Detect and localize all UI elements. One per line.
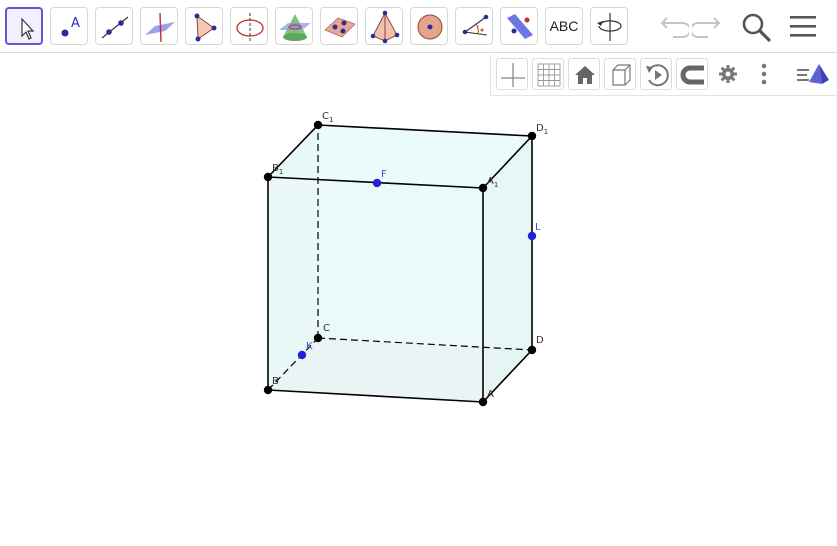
text-tool-label: ABC — [549, 18, 579, 34]
graphics-settings-button[interactable] — [712, 58, 744, 90]
redo-icon — [690, 17, 721, 38]
plane-tool-button[interactable] — [320, 7, 358, 45]
reflect-plane-icon — [507, 14, 533, 39]
toggle-axes-button[interactable] — [496, 58, 528, 90]
main-menu-button[interactable] — [786, 10, 820, 44]
axes-icon — [501, 63, 525, 87]
more-icon — [761, 63, 767, 85]
angle-tool-button[interactable] — [455, 7, 493, 45]
main-toolbar: A ABC — [0, 0, 837, 53]
point-A[interactable] — [478, 397, 488, 407]
pyramid-tool-button[interactable] — [365, 7, 403, 45]
label-C: C — [323, 323, 330, 334]
perpendicular-plane-icon — [145, 12, 175, 43]
move-tool-button[interactable] — [5, 7, 43, 45]
sphere-tool-button[interactable] — [410, 7, 448, 45]
cube-view-icon — [612, 64, 631, 86]
triangle-icon — [194, 13, 217, 42]
point-D1[interactable] — [527, 131, 537, 141]
search-icon — [742, 13, 771, 42]
undo-button[interactable] — [655, 10, 691, 44]
graphics-style-bar — [490, 55, 837, 96]
point-tool-button[interactable]: A — [50, 7, 88, 45]
label-C1: C1 — [322, 111, 333, 124]
label-A: A — [487, 389, 494, 400]
grid-icon — [537, 63, 561, 87]
point-L[interactable] — [527, 231, 537, 241]
point-K[interactable] — [297, 350, 307, 360]
gear-icon — [719, 65, 737, 83]
line-tool-button[interactable] — [95, 7, 133, 45]
search-button[interactable] — [739, 10, 773, 44]
front-face — [268, 177, 483, 402]
rotate-view-button[interactable] — [640, 58, 672, 90]
point-C[interactable] — [313, 333, 323, 343]
point-F[interactable] — [372, 178, 382, 188]
cone-intersect-icon — [279, 14, 311, 41]
cursor-arrow-icon — [21, 17, 35, 40]
point-tool-label: A — [71, 16, 80, 31]
angle-icon — [462, 14, 489, 36]
sphere-icon — [417, 14, 443, 40]
toggle-style-bar-button[interactable] — [795, 58, 829, 90]
view-toggle-icon — [797, 64, 829, 84]
point-A1[interactable] — [478, 183, 488, 193]
point-C1[interactable] — [313, 120, 323, 130]
label-B: B — [272, 376, 279, 387]
plane-three-points-icon — [324, 17, 356, 38]
home-icon — [575, 66, 595, 84]
point-icon: A — [61, 16, 80, 37]
point-D[interactable] — [527, 345, 537, 355]
view-direction-button[interactable] — [604, 58, 636, 90]
perpendicular-tool-button[interactable] — [140, 7, 178, 45]
label-L: L — [535, 222, 541, 233]
label-K: K — [306, 341, 313, 352]
more-options-button[interactable] — [748, 58, 780, 90]
reflect-tool-button[interactable] — [500, 7, 538, 45]
magnet-icon — [680, 65, 704, 85]
standard-view-button[interactable] — [568, 58, 600, 90]
label-D: D — [536, 335, 544, 346]
text-tool-button[interactable]: ABC — [545, 7, 583, 45]
rotate-icon — [646, 64, 669, 87]
toggle-grid-button[interactable] — [532, 58, 564, 90]
undo-icon — [660, 17, 691, 38]
point-capturing-button[interactable] — [676, 58, 708, 90]
label-D1: D1 — [536, 123, 548, 136]
redo-button[interactable] — [690, 10, 726, 44]
circle-around-axis-icon — [236, 13, 264, 42]
point-B1[interactable] — [263, 172, 273, 182]
pyramid-icon — [370, 10, 400, 44]
menu-icon — [790, 16, 816, 37]
circle-axis-tool-button[interactable] — [230, 7, 268, 45]
line-icon — [101, 16, 129, 39]
polygon-tool-button[interactable] — [185, 7, 223, 45]
intersect-surfaces-tool-button[interactable] — [275, 7, 313, 45]
rotate-view-icon — [597, 13, 622, 41]
point-B[interactable] — [263, 385, 273, 395]
label-F: F — [381, 169, 387, 180]
rotate-view-tool-button[interactable] — [590, 7, 628, 45]
